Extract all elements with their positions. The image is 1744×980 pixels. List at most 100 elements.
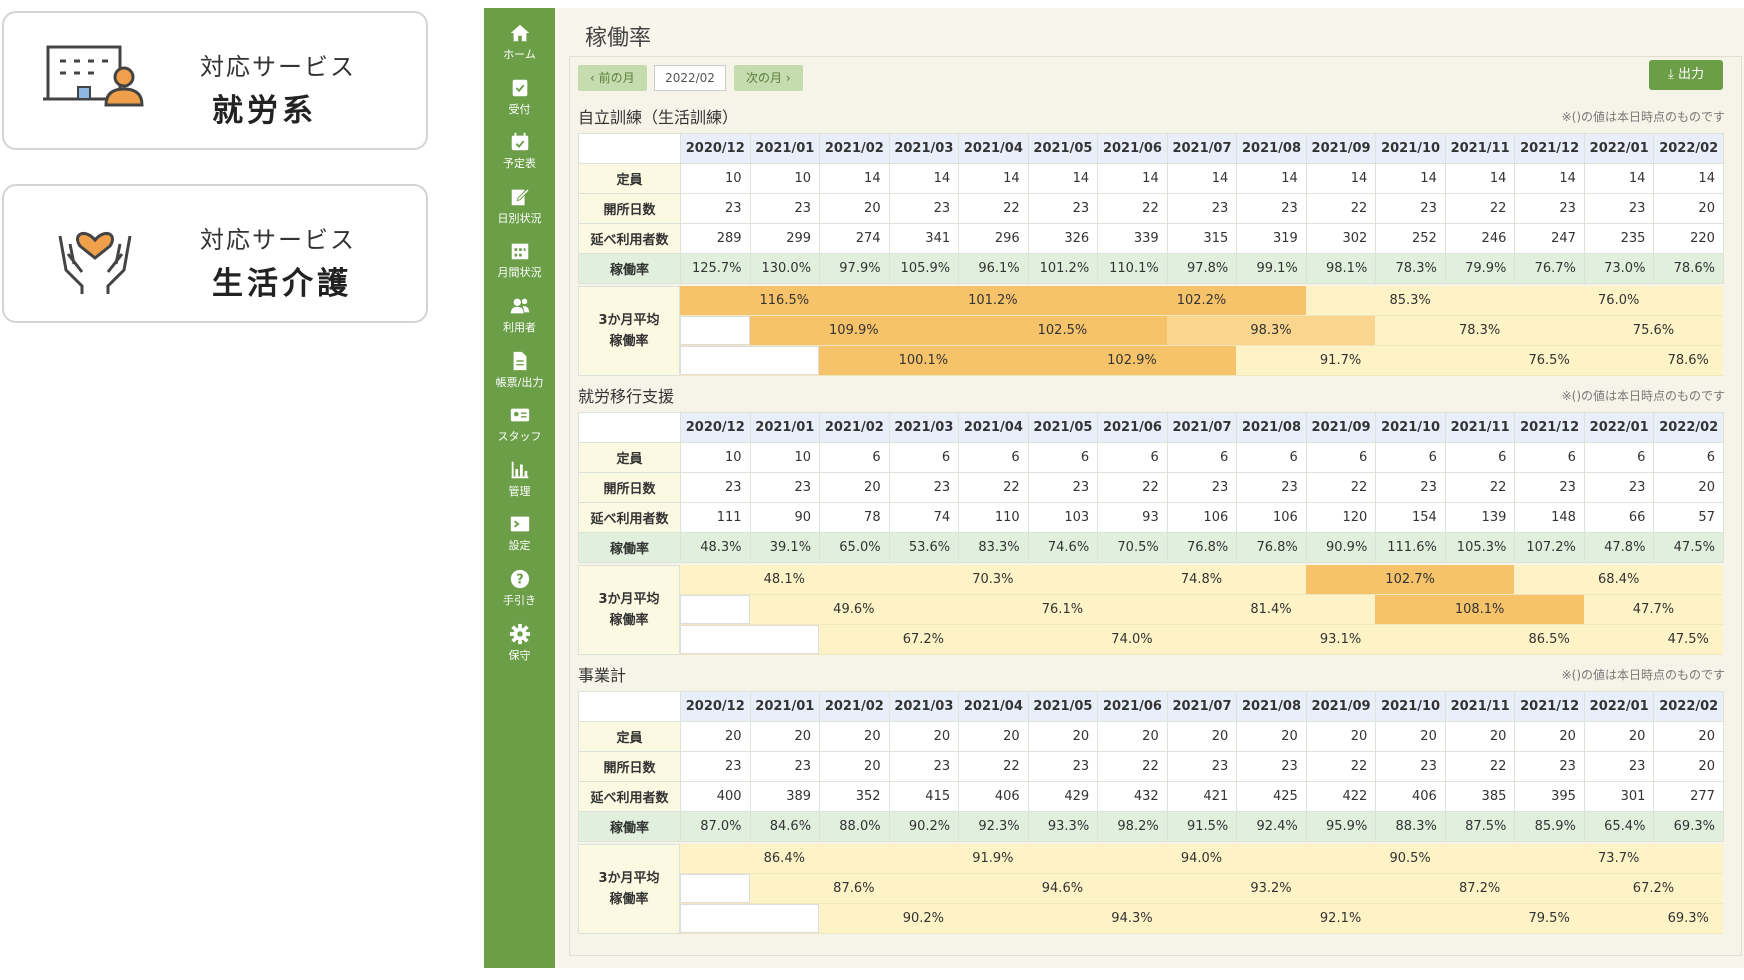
avg-rate-cell: 68.4%	[1514, 565, 1723, 594]
sidebar-item[interactable]: 予定表	[484, 123, 555, 173]
table-cell: 23	[1236, 193, 1307, 224]
table-cell: 20	[1653, 193, 1724, 224]
sidebar-item[interactable]: 受付	[484, 69, 555, 119]
month-header: 2021/09	[1305, 412, 1377, 443]
svg-text:?: ?	[516, 573, 523, 588]
home-icon	[510, 24, 529, 42]
next-month-button[interactable]: 次の月 ›	[734, 65, 803, 91]
month-header: 2021/12	[1514, 412, 1585, 443]
month-input[interactable]: 2022/02	[654, 65, 726, 91]
table-cell: 6	[1236, 442, 1307, 473]
avg-rate-cell: 74.8%	[1097, 565, 1306, 594]
table-cell: 20	[888, 721, 960, 752]
prev-month-button[interactable]: ‹ 前の月	[578, 65, 647, 91]
sidebar-item[interactable]: 管理	[484, 451, 555, 501]
avg-rate-cell: 49.6%	[749, 595, 959, 624]
month-header: 2021/06	[1097, 133, 1168, 164]
section-title: 自立訓練（生活訓練）	[578, 108, 739, 127]
sidebar-item[interactable]: 利用者	[484, 287, 555, 337]
avg-rate-cell: 102.7%	[1305, 565, 1515, 594]
sidebar-item-label: スタッフ	[497, 430, 542, 444]
table-cell: 341	[888, 223, 960, 254]
page-title: 稼働率	[585, 26, 652, 51]
table-cell: 92.3%	[958, 811, 1029, 842]
table-cell: 23	[1027, 751, 1099, 782]
row-label: 定員	[578, 721, 681, 752]
avg-blank-cell	[680, 595, 750, 624]
table-cell: 23	[1583, 472, 1655, 503]
table-cell: 90	[749, 502, 821, 533]
table-cell: 20	[1097, 721, 1168, 752]
table-cell: 98.2%	[1097, 811, 1168, 842]
avg-row: 116.5% 101.2% 102.2% 85.3% 76.0%	[680, 286, 1723, 316]
avg-rate-cell: 48.1%	[680, 565, 889, 594]
table-header-row: 2020/12 2021/01 2021/02 2021/03 2021/04 2021/…	[578, 412, 1724, 443]
month-header: 2021/02	[819, 133, 890, 164]
avg-rate-cell: 47.5%	[1653, 625, 1723, 654]
sidebar-item[interactable]: 日別状況	[484, 178, 555, 228]
table-cell: 22	[958, 472, 1029, 503]
section-title: 事業計	[578, 666, 627, 685]
users-icon	[510, 298, 529, 314]
table-cell: 319	[1236, 223, 1307, 254]
table-cell: 73.0%	[1583, 253, 1655, 284]
sidebar-item[interactable]: ? 手引き	[484, 560, 555, 610]
avg-rate-cell: 100.1%	[819, 346, 1028, 375]
avg-rate-cell: 93.1%	[1236, 625, 1445, 654]
month-header: 2021/06	[1097, 412, 1168, 443]
screen: 対応サービス 就労系 対応サービス 生活介護 ホーム 受付 予定表 日別状況 月間状況利…	[0, 0, 1744, 980]
table-cell: 154	[1375, 502, 1446, 533]
avg-rate-cell: 86.5%	[1444, 625, 1654, 654]
table-cell: 106	[1236, 502, 1307, 533]
table-cell: 23	[680, 751, 751, 782]
sidebar-item[interactable]: 帳票/出力	[484, 342, 555, 392]
table-cell: 20	[819, 193, 890, 224]
download-icon: ⤓	[1668, 67, 1674, 82]
sidebar-item-label: 管理	[508, 484, 531, 498]
table-row: 開所日数 23 23 20 23 22 23 22 23 23 22 23 22 23 23 20	[578, 751, 1724, 782]
row-label: 延べ利用者数	[578, 781, 681, 812]
avg-rate-cell: 98.3%	[1166, 316, 1376, 345]
table-cell: 97.9%	[819, 253, 890, 284]
table-cell: 20	[680, 721, 751, 752]
table-cell: 93	[1097, 502, 1168, 533]
avg-label-line1: 3か月平均	[598, 313, 660, 328]
table-cell: 78.3%	[1375, 253, 1446, 284]
avg-rate-block: 116.5% 101.2% 102.2% 85.3% 76.0% 109.9% 102.5%…	[680, 286, 1723, 376]
note-text: ※()の値は本日時点のものです	[1561, 110, 1725, 124]
table-cell: 111	[680, 502, 751, 533]
table-cell: 14	[958, 163, 1029, 194]
table-cell: 6	[1166, 442, 1238, 473]
table-cell: 39.1%	[749, 532, 821, 563]
section-title: 就労移行支援	[578, 387, 675, 406]
table-cell: 98.1%	[1305, 253, 1377, 284]
sidebar-item[interactable]: スタッフ	[484, 396, 555, 446]
card-service-name: 就労系	[212, 93, 317, 129]
table-cell: 23	[1166, 472, 1238, 503]
row-label: 稼働率	[578, 811, 681, 842]
table-cell: 277	[1653, 781, 1724, 812]
table-cell: 10	[749, 163, 821, 194]
table-cell: 339	[1097, 223, 1168, 254]
sidebar-item-label: 月間状況	[497, 266, 542, 280]
month-header: 2021/10	[1375, 133, 1446, 164]
table-cell: 23	[680, 193, 751, 224]
table-cell: 20	[1653, 721, 1724, 752]
row-label: 開所日数	[578, 193, 681, 224]
table-cell: 23	[1375, 472, 1446, 503]
avg-rate-block: 86.4% 91.9% 94.0% 90.5% 73.7% 87.6% 94.6% 93.2%…	[680, 844, 1723, 934]
table-cell: 14	[1236, 163, 1307, 194]
sidebar-item[interactable]: ホーム	[484, 14, 555, 64]
table-cell: 425	[1236, 781, 1307, 812]
table-cell: 23	[1166, 751, 1238, 782]
table-cell: 14	[1166, 163, 1238, 194]
note-text: ※()の値は本日時点のものです	[1561, 389, 1725, 403]
table-cell: 107.2%	[1514, 532, 1585, 563]
table-cell: 406	[1375, 781, 1446, 812]
sidebar-item[interactable]: 保守	[484, 615, 555, 665]
export-button[interactable]: ⤓ 出力	[1649, 60, 1723, 90]
sidebar-item[interactable]: 月間状況	[484, 232, 555, 282]
sidebar-item[interactable]: 設定	[484, 505, 555, 555]
table-cell: 85.9%	[1514, 811, 1585, 842]
avg-rate-cell: 93.2%	[1166, 874, 1376, 903]
